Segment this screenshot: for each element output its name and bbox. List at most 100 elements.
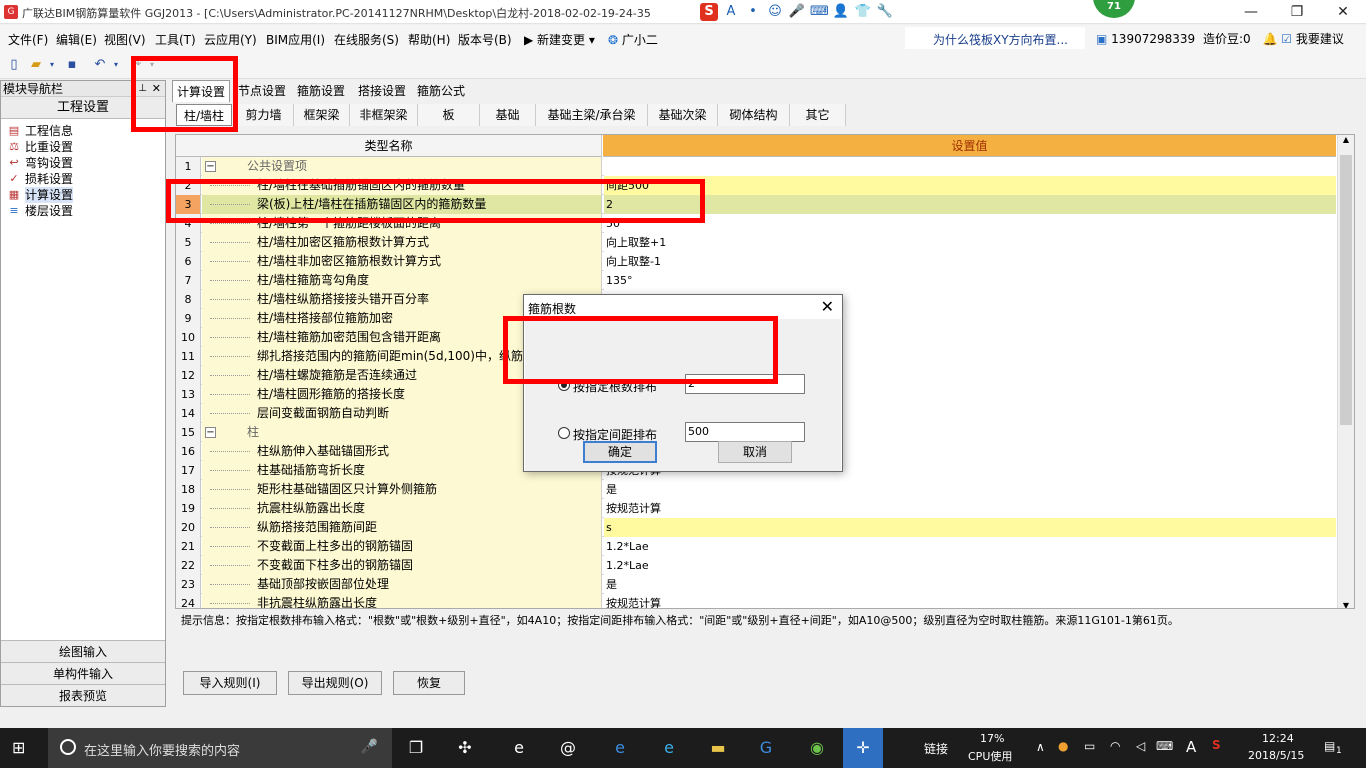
table-row[interactable]: 7 柱/墙柱箍筋弯勾角度 135° [176, 271, 1336, 290]
wifi-icon[interactable]: ◠ [1110, 739, 1120, 753]
row-value[interactable]: s [604, 518, 1336, 537]
row-value[interactable]: 向上取整-1 [604, 252, 1336, 271]
nav-close-icon[interactable]: ✕ [152, 81, 161, 97]
tab-foundation-secondary-beam[interactable]: 基础次梁 [648, 104, 718, 126]
radio-by-count-label[interactable]: 按指定根数排布 [573, 378, 657, 395]
menu-new-change[interactable]: ▶ 新建变更 ▾ [524, 31, 595, 48]
tray-battery-icon[interactable]: ▭ [1084, 739, 1095, 753]
redo-dropdown-icon[interactable]: ▾ [144, 57, 160, 73]
task-view-icon[interactable]: ❐ [404, 736, 428, 760]
fan-app-icon[interactable]: ✣ [453, 736, 477, 760]
menu-bim[interactable]: BIM应用(I) [266, 31, 325, 48]
nav-item-density[interactable]: ⚖ 比重设置 [7, 139, 165, 155]
table-row[interactable]: 20 纵筋搭接范围箍筋间距 s [176, 518, 1336, 537]
row-value[interactable]: 2 [604, 195, 1336, 214]
phone-number[interactable]: 13907298339 [1111, 32, 1195, 46]
new-file-icon[interactable]: ▯ [6, 57, 22, 73]
dialog-close-icon[interactable]: ✕ [821, 297, 834, 316]
tab-node-settings[interactable]: 节点设置 [234, 80, 290, 102]
microphone-icon[interactable]: 🎤 [361, 739, 378, 755]
table-row[interactable]: 21 不变截面上柱多出的钢筋锚固 1.2*Lae [176, 537, 1336, 556]
radio-by-spacing[interactable] [558, 427, 570, 439]
tab-shear-wall[interactable]: 剪力墙 [234, 104, 294, 126]
ie-icon[interactable]: e [657, 736, 681, 760]
emoji-icon[interactable]: ☺ [766, 3, 784, 21]
keyboard-icon[interactable]: ⌨ [1156, 739, 1173, 753]
row-value[interactable]: 间距500 [604, 176, 1336, 195]
scroll-thumb[interactable] [1340, 155, 1352, 425]
nav-section-project-settings[interactable]: 工程设置 [1, 97, 165, 119]
punctuation-icon[interactable]: • [744, 3, 762, 21]
beans-count[interactable]: 造价豆:0 [1203, 32, 1251, 46]
tab-non-frame-beam[interactable]: 非框架梁 [350, 104, 418, 126]
menu-online[interactable]: 在线服务(S) [334, 31, 399, 48]
vertical-scrollbar[interactable]: ▲ ▼ [1337, 135, 1354, 608]
count-input[interactable]: 2 [685, 374, 805, 394]
row-value[interactable]: 是 [604, 575, 1336, 594]
row-value[interactable]: 按规范计算 [604, 499, 1336, 518]
row-value[interactable]: 1.2*Lae [604, 537, 1336, 556]
table-row[interactable]: 5 柱/墙柱加密区箍筋根数计算方式 向上取整+1 [176, 233, 1336, 252]
table-row[interactable]: 3 梁(板)上柱/墙柱在插筋锚固区内的箍筋数量 2 [176, 195, 1336, 214]
promo-link[interactable]: 为什么筏板XY方向布置... [905, 27, 1085, 49]
nav-item-loss[interactable]: ✓ 损耗设置 [7, 171, 165, 187]
menu-file[interactable]: 文件(F) [8, 31, 48, 48]
undo-dropdown-icon[interactable]: ▾ [108, 57, 124, 73]
row-value[interactable]: 135° [604, 271, 1336, 290]
menu-assistant[interactable]: ❂ 广小二 [608, 31, 658, 48]
row-value[interactable]: 是 [604, 480, 1336, 499]
nav-item-floors[interactable]: ≡ 楼层设置 [7, 203, 165, 219]
tab-masonry[interactable]: 砌体结构 [718, 104, 790, 126]
table-row[interactable]: 19 抗震柱纵筋露出长度 按规范计算 [176, 499, 1336, 518]
tab-lap-settings[interactable]: 搭接设置 [354, 80, 410, 102]
keyboard-icon[interactable]: ⌨ [810, 3, 829, 21]
taskbar-search[interactable]: 在这里输入你要搜索的内容 🎤 [48, 728, 392, 768]
import-rules-button[interactable]: 导入规则(I) [183, 671, 277, 695]
scroll-up-icon[interactable]: ▲ [1338, 135, 1354, 144]
save-icon[interactable]: ▪ [64, 57, 80, 73]
sogou-icon[interactable]: S [700, 3, 718, 21]
ime-mode-icon[interactable]: A [722, 3, 740, 21]
row-value[interactable]: 向上取整+1 [604, 233, 1336, 252]
ime-indicator[interactable]: A [1186, 738, 1196, 756]
table-row[interactable]: 6 柱/墙柱非加密区箍筋根数计算方式 向上取整-1 [176, 252, 1336, 271]
green-app-icon[interactable]: ◉ [805, 736, 829, 760]
tray-app-icon[interactable]: ● [1058, 739, 1068, 753]
nav-section-component-input[interactable]: 单构件输入 [1, 662, 165, 684]
table-row[interactable]: 2 柱/墙柱在基础插筋锚固区内的箍筋数量 间距500 [176, 176, 1336, 195]
ok-button[interactable]: 确定 [583, 441, 657, 463]
volume-icon[interactable]: ◁ [1136, 739, 1145, 753]
nav-section-drawing-input[interactable]: 绘图输入 [1, 640, 165, 662]
spiral-app-icon[interactable]: @ [556, 736, 580, 760]
table-row[interactable]: 24 非抗震柱纵筋露出长度 按规范计算 [176, 594, 1336, 608]
pin-icon[interactable]: ⊥ [138, 81, 147, 97]
row-value[interactable] [604, 157, 1336, 176]
restore-button[interactable]: ❐ [1274, 0, 1320, 24]
undo-icon[interactable]: ↶ [92, 57, 108, 73]
table-row[interactable]: 4 柱/墙柱第一个箍筋距楼板面的距离 50 [176, 214, 1336, 233]
tab-frame-beam[interactable]: 框架梁 [294, 104, 350, 126]
redo-icon[interactable]: ↷ [128, 57, 144, 73]
export-rules-button[interactable]: 导出规则(O) [288, 671, 382, 695]
skin-icon[interactable]: 👕 [854, 3, 872, 21]
close-button[interactable]: ✕ [1320, 0, 1366, 24]
row-value[interactable]: 1.2*Lae [604, 556, 1336, 575]
sogou-tray-icon[interactable]: S [1212, 738, 1221, 752]
menu-cloud[interactable]: 云应用(Y) [204, 31, 257, 48]
edge-browser-icon[interactable]: e [608, 736, 632, 760]
menu-version[interactable]: 版本号(B) [458, 31, 512, 48]
open-folder-icon[interactable]: ▰ [28, 57, 44, 73]
tab-column[interactable]: 柱/墙柱 [176, 104, 232, 126]
ime-toolbar[interactable]: S A • ☺ 🎤 ⌨ 👤 👕 🔧 [700, 2, 894, 22]
notification-icon[interactable]: ▤ [1324, 739, 1335, 753]
tray-link[interactable]: 链接 [924, 740, 948, 757]
score-badge[interactable]: 71 [1093, 0, 1135, 18]
spacing-input[interactable]: 500 [685, 422, 805, 442]
table-row[interactable]: 1− 公共设置项 [176, 157, 1336, 176]
tab-foundation-main-beam[interactable]: 基础主梁/承台梁 [536, 104, 648, 126]
menu-view[interactable]: 视图(V) [104, 31, 146, 48]
table-row[interactable]: 18 矩形柱基础锚固区只计算外侧箍筋 是 [176, 480, 1336, 499]
row-value[interactable]: 按规范计算 [604, 594, 1336, 608]
collapse-icon[interactable]: − [205, 161, 216, 172]
tab-calculation-settings[interactable]: 计算设置 [172, 80, 230, 102]
